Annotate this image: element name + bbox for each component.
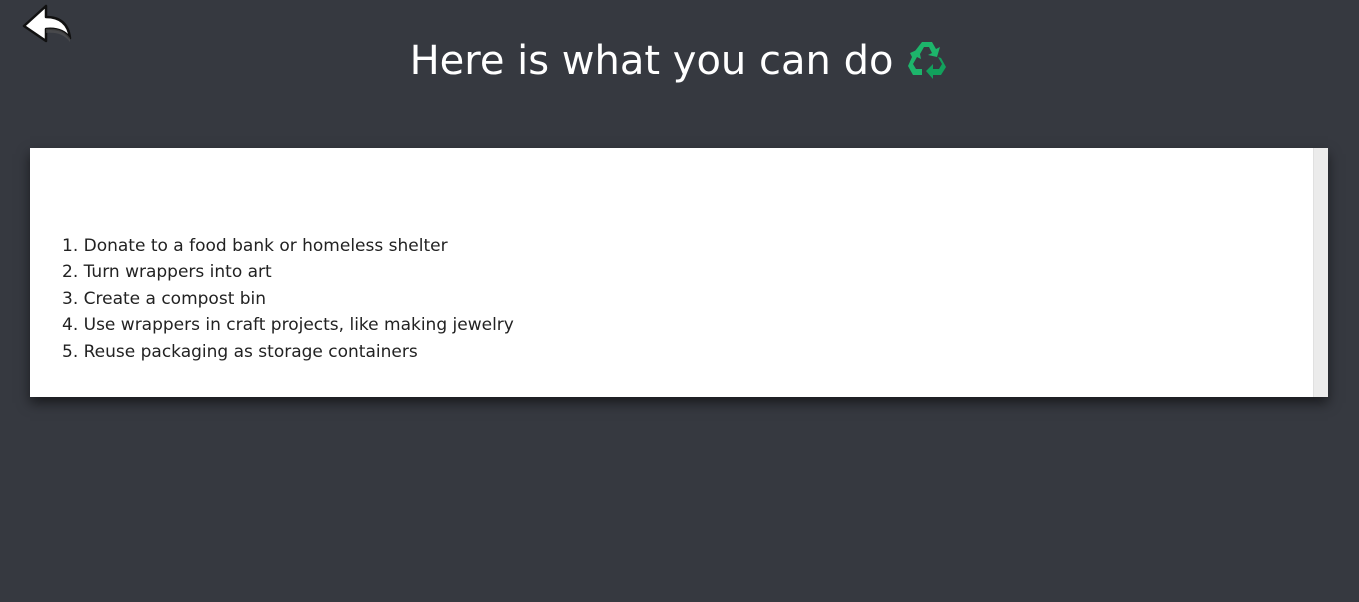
page-title: Here is what you can do	[0, 33, 1359, 89]
list-item: 5. Reuse packaging as storage containers	[62, 341, 418, 362]
list-item: 2. Turn wrappers into art	[62, 262, 272, 283]
list-item: 4. Use wrappers in craft projects, like …	[62, 315, 514, 336]
suggestions-card: 1. Donate to a food bank or homeless she…	[30, 148, 1328, 397]
scrollbar[interactable]	[1313, 148, 1328, 397]
list-item: 3. Create a compost bin	[62, 288, 267, 309]
list-item: 1. Donate to a food bank or homeless she…	[62, 236, 448, 256]
page-title-text: Here is what you can do	[409, 38, 894, 84]
recycle-icon	[905, 36, 949, 80]
suggestions-list: 1. Donate to a food bank or homeless she…	[62, 233, 514, 365]
